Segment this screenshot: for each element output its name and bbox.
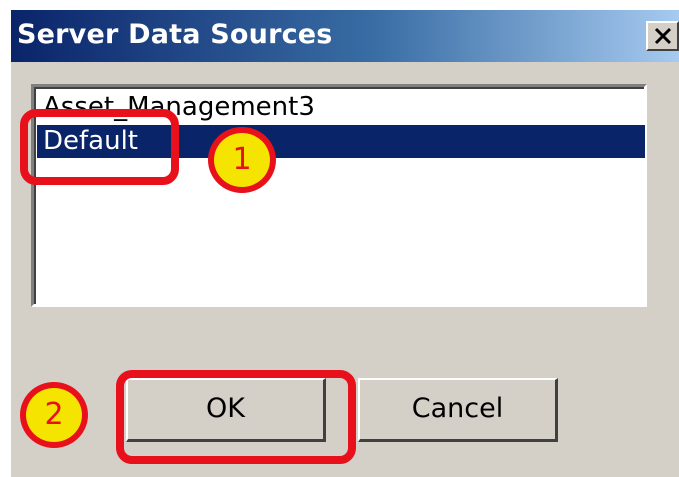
list-item-asset-management3[interactable]: Asset_Management3 (37, 91, 645, 124)
title-bar: Server Data Sources (11, 10, 679, 62)
data-source-listbox[interactable]: Asset_Management3 Default (31, 84, 647, 307)
ok-button[interactable]: OK (126, 378, 326, 442)
step-2-callout: 2 (20, 382, 88, 448)
close-button[interactable] (646, 21, 679, 51)
cancel-button[interactable]: Cancel (358, 378, 558, 442)
list-item-default[interactable]: Default (37, 125, 645, 158)
step-1-callout: 1 (208, 127, 276, 193)
close-icon (654, 27, 672, 45)
window-title: Server Data Sources (17, 19, 333, 50)
